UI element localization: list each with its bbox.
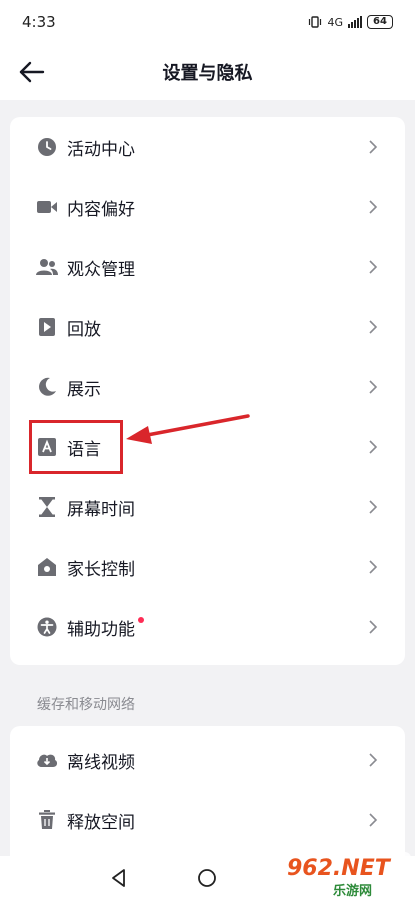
hourglass-icon [36,496,58,518]
cache-card: 离线视频 释放空间 [10,726,405,856]
chevron-right-icon [369,620,378,634]
trash-icon [36,809,58,831]
signal-icon [348,16,362,28]
nav-back-triangle-icon[interactable] [108,867,130,889]
chevron-right-icon [369,380,378,394]
home-icon [36,556,58,578]
settings-item-parental-control[interactable]: 家长控制 [10,537,405,597]
settings-item-free-space[interactable]: 释放空间 [10,790,405,850]
network-type: 4G [327,15,343,29]
settings-item-label: 活动中心 [67,139,135,160]
chevron-right-icon [369,440,378,454]
settings-item-playback[interactable]: 回放 [10,297,405,357]
chevron-right-icon [369,260,378,274]
page-title: 设置与隐私 [162,63,253,84]
settings-item-audience-management[interactable]: 观众管理 [10,237,405,297]
chevron-right-icon [369,140,378,154]
settings-item-activity-center[interactable]: 活动中心 [10,117,405,177]
watermark-logo: 962.NET 乐游网 [281,852,411,899]
section-title-cache: 缓存和移动网络 [37,697,135,713]
chevron-right-icon [369,753,378,767]
settings-item-accessibility[interactable]: 辅助功能 [10,597,405,657]
play-icon [36,316,58,338]
header: 设置与隐私 [0,44,415,100]
moon-icon [36,376,58,398]
settings-item-label: 家长控制 [67,559,135,580]
settings-item-screen-time[interactable]: 屏幕时间 [10,477,405,537]
chevron-right-icon [369,500,378,514]
chevron-right-icon [369,813,378,827]
settings-item-label: 回放 [67,319,101,340]
settings-item-content-preferences[interactable]: 内容偏好 [10,177,405,237]
clock-icon [36,136,58,158]
settings-item-offline-video[interactable]: 离线视频 [10,730,405,790]
chevron-right-icon [369,200,378,214]
settings-item-label: 内容偏好 [67,199,135,220]
people-icon [36,256,58,278]
settings-item-label: 离线视频 [67,752,135,773]
settings-item-label: 辅助功能 [67,615,144,640]
status-icons: 4G 64 [308,15,393,29]
watermark-sub-text: 乐游网 [333,884,373,899]
settings-card: 活动中心 内容偏好 观众管理 回放 展示 语言 屏幕时间 家长控制 辅助功能 [10,117,405,665]
cloud-download-icon [36,749,58,771]
accessibility-icon [36,616,58,638]
chevron-right-icon [369,320,378,334]
notification-dot [138,616,144,623]
annotation-arrow-icon [126,414,250,444]
back-button[interactable] [16,56,48,88]
battery-icon: 64 [367,15,393,29]
settings-item-label: 屏幕时间 [67,499,135,520]
settings-item-label: 释放空间 [67,812,135,833]
settings-item-label: 观众管理 [67,259,135,280]
settings-item-label: 展示 [67,379,101,400]
status-time: 4:33 [22,13,56,31]
nav-home-circle-icon[interactable] [196,867,218,889]
video-camera-icon [36,196,58,218]
annotation-highlight-box [29,420,123,474]
back-arrow-icon [19,61,45,83]
watermark-logo-text: 962.NET [287,856,390,881]
vibrate-icon [309,16,322,28]
chevron-right-icon [369,560,378,574]
settings-item-display[interactable]: 展示 [10,357,405,417]
status-bar: 4:33 4G 64 [0,0,415,44]
